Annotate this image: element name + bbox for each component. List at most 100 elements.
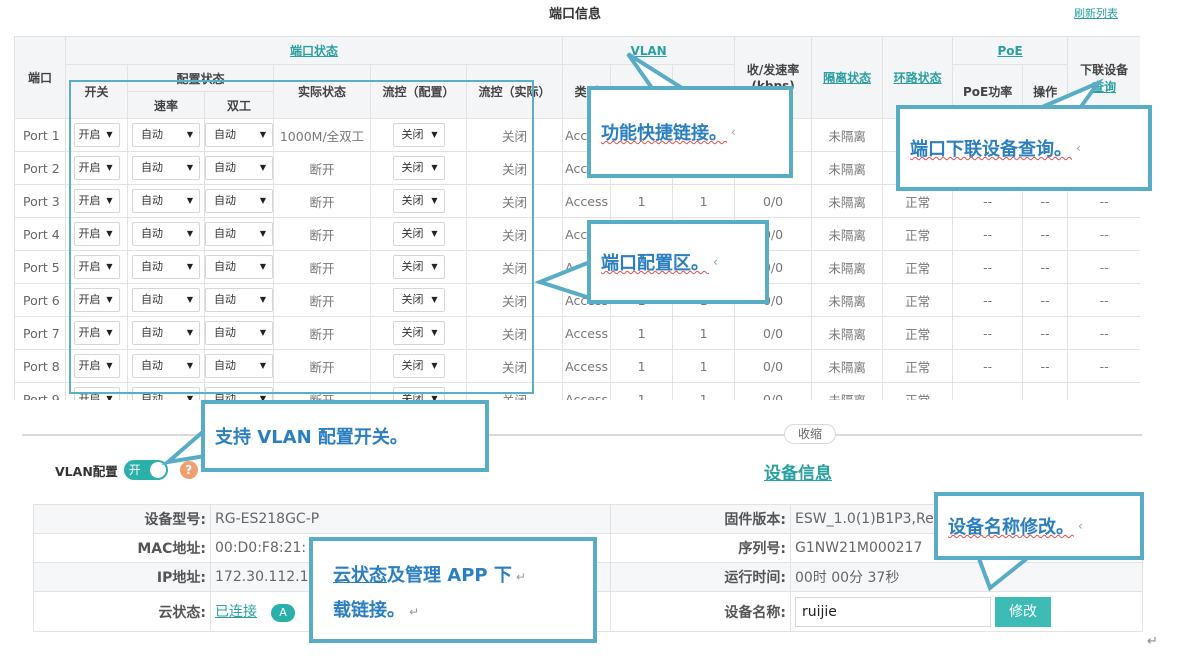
flow-actual: 关闭 xyxy=(465,118,564,152)
flow-config-cell: 关闭 ▼ xyxy=(370,250,467,284)
switch-value: 开启 xyxy=(78,260,101,273)
switch-select[interactable]: 开启 ▼ xyxy=(73,387,120,400)
speed-select[interactable]: 自动 ▼ xyxy=(132,354,200,378)
isolation-link[interactable]: 隔离状态 xyxy=(823,71,871,85)
uptime-value: 00时 00分 37秒 xyxy=(790,562,1143,592)
vlan-type: Access xyxy=(562,316,612,350)
dropdown-arrow-icon: ▼ xyxy=(186,262,193,271)
callout-device-rename-text: 设备名称修改。 xyxy=(948,517,1074,538)
flow-config-select[interactable]: 关闭 ▼ xyxy=(392,387,445,400)
speed-select[interactable]: 自动 ▼ xyxy=(132,189,200,213)
switch-select[interactable]: 开启 ▼ xyxy=(73,354,120,378)
loop-link[interactable]: 环路状态 xyxy=(894,71,942,85)
speed-select[interactable]: 自动 ▼ xyxy=(132,387,200,400)
duplex-value: 自动 xyxy=(214,260,236,273)
flow-config-select[interactable]: 关闭 ▼ xyxy=(392,156,445,180)
flow-config-select[interactable]: 关闭 ▼ xyxy=(392,222,445,246)
duplex-cell: 自动 ▼ xyxy=(204,283,274,317)
downlink-device: -- xyxy=(1067,382,1140,400)
speed-select[interactable]: 自动 ▼ xyxy=(132,156,200,180)
callout-cloud-app-line1: 云状态及管理 APP 下 ↵ xyxy=(333,559,583,594)
collapse-button[interactable]: 收缩 xyxy=(784,424,836,444)
actual-status: 断开 xyxy=(273,316,371,350)
switch-select[interactable]: 开启 ▼ xyxy=(73,189,120,213)
duplex-select[interactable]: 自动 ▼ xyxy=(205,123,273,147)
help-icon[interactable]: ? xyxy=(179,461,198,479)
duplex-select[interactable]: 自动 ▼ xyxy=(205,222,273,246)
vlan-toggle[interactable]: 开 xyxy=(123,460,168,480)
flow-config-select[interactable]: 关闭 ▼ xyxy=(392,354,445,378)
switch-value: 开启 xyxy=(78,161,101,174)
poe-link[interactable]: PoE xyxy=(997,44,1022,58)
switch-select[interactable]: 开启 ▼ xyxy=(73,222,120,246)
duplex-select[interactable]: 自动 ▼ xyxy=(205,354,273,378)
switch-select[interactable]: 开启 ▼ xyxy=(73,156,120,180)
page-title: 端口信息 xyxy=(548,7,601,22)
speed-select[interactable]: 自动 ▼ xyxy=(132,123,200,147)
downlink-device: -- xyxy=(1067,349,1140,383)
flow-config-select[interactable]: 关闭 ▼ xyxy=(392,321,445,345)
duplex-cell: 自动 ▼ xyxy=(204,184,274,218)
app-download-badge[interactable]: A xyxy=(271,604,295,622)
device-name-input[interactable]: ruijie xyxy=(795,596,991,627)
switch-select[interactable]: 开启 ▼ xyxy=(73,321,120,345)
port-status-link[interactable]: 端口状态 xyxy=(290,44,338,58)
dropdown-arrow-icon: ▼ xyxy=(186,196,193,205)
callout-port-config: 端口配置区。 ‹ xyxy=(587,220,769,304)
switch-value: 开启 xyxy=(78,227,101,240)
port-name: Port 7 xyxy=(14,316,66,350)
flow-config-cell: 关闭 ▼ xyxy=(370,349,467,383)
duplex-select[interactable]: 自动 ▼ xyxy=(205,288,273,312)
duplex-select[interactable]: 自动 ▼ xyxy=(205,387,273,400)
vlan-link[interactable]: VLAN xyxy=(630,44,666,58)
table-row: Port 6开启▼自动▼自动▼断开关闭▼关闭Access110/0未隔离正常--… xyxy=(14,283,1140,317)
flow-config-select[interactable]: 关闭 ▼ xyxy=(392,288,445,312)
duplex-select[interactable]: 自动 ▼ xyxy=(205,321,273,345)
callout-function-links: 功能快捷链接。 ‹ xyxy=(587,86,793,178)
vlan-config-label: VLAN配置 xyxy=(55,463,118,479)
model-label: 设备型号: xyxy=(33,504,211,534)
vlan-type: Access xyxy=(562,184,612,218)
loop-status: 正常 xyxy=(882,217,954,251)
flow-config-select[interactable]: 关闭 ▼ xyxy=(392,255,445,279)
duplex-select[interactable]: 自动 ▼ xyxy=(205,156,273,180)
duplex-select[interactable]: 自动 ▼ xyxy=(205,255,273,279)
poe-power: -- xyxy=(952,316,1024,350)
loop-status: 正常 xyxy=(882,382,954,400)
flow-config-select[interactable]: 关闭 ▼ xyxy=(392,123,445,147)
actual-status: 断开 xyxy=(273,217,371,251)
callout-cloud-app-line2: 载链接。 ↵ xyxy=(333,594,583,629)
port-name: Port 1 xyxy=(14,118,66,152)
duplex-cell: 自动 ▼ xyxy=(204,217,274,251)
callout-downlink-query: 端口下联设备查询。 ‹ xyxy=(896,105,1152,191)
speed-select[interactable]: 自动 ▼ xyxy=(132,255,200,279)
speed-value: 自动 xyxy=(141,194,163,207)
flow-config-select[interactable]: 关闭 ▼ xyxy=(392,189,445,213)
table-row: Port 4开启▼自动▼自动▼断开关闭▼关闭Access110/0未隔离正常--… xyxy=(14,217,1140,251)
flow-actual: 关闭 xyxy=(465,151,564,185)
isolation-status: 未隔离 xyxy=(811,217,884,251)
poe-power: -- xyxy=(952,250,1024,284)
poe-operation: -- xyxy=(1022,250,1069,284)
speed-select[interactable]: 自动 ▼ xyxy=(132,321,200,345)
isolation-status: 未隔离 xyxy=(811,349,884,383)
dropdown-arrow-icon: ▼ xyxy=(106,328,113,337)
switch-select[interactable]: 开启 ▼ xyxy=(73,123,120,147)
switch-select[interactable]: 开启 ▼ xyxy=(73,255,120,279)
duplex-value: 自动 xyxy=(214,161,236,174)
refresh-list-link[interactable]: 刷新列表 xyxy=(1074,5,1118,21)
dropdown-arrow-icon: ▼ xyxy=(186,130,193,139)
cloud-status-link[interactable]: 已连接 xyxy=(215,604,257,620)
pvid: 1 xyxy=(610,382,674,400)
switch-select[interactable]: 开启 ▼ xyxy=(73,288,120,312)
poe-operation: -- xyxy=(1022,217,1069,251)
downlink-query-link[interactable]: 查询 xyxy=(1069,78,1140,95)
table-row: Port 9 开启 ▼ 自动 ▼ 自动 ▼ 断开 关闭 ▼ 关闭 Access 1 1 0/0 未隔离 正常 --… xyxy=(14,382,1140,400)
switch-value: 开启 xyxy=(78,128,101,141)
speed-select[interactable]: 自动 ▼ xyxy=(132,222,200,246)
speed-cell: 自动 ▼ xyxy=(127,184,205,218)
modify-button[interactable]: 修改 xyxy=(995,596,1051,627)
dropdown-arrow-icon: ▼ xyxy=(431,361,438,370)
speed-select[interactable]: 自动 ▼ xyxy=(132,288,200,312)
duplex-select[interactable]: 自动 ▼ xyxy=(205,189,273,213)
